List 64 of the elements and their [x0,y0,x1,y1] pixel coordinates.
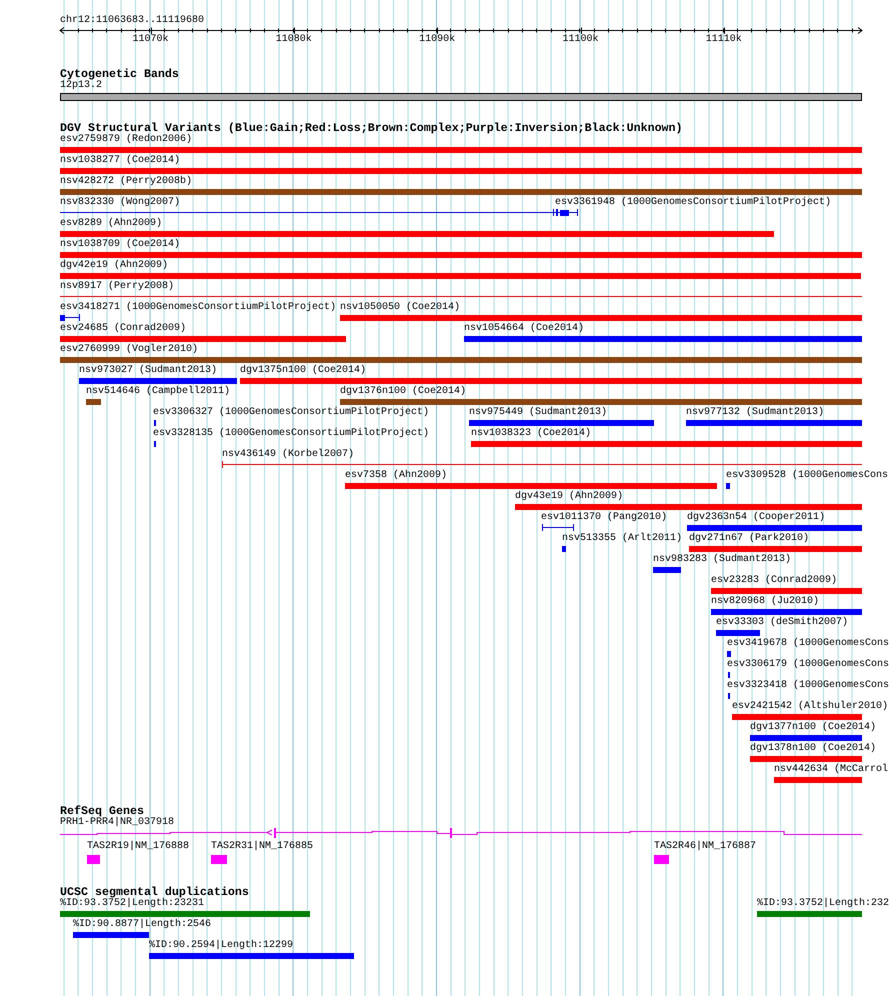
tick-label: 11090k [419,34,456,46]
variant-label: dgv42e19 (Ahn2009) [60,260,168,272]
variant-label: nsv973027 (Sudmant2013) [79,365,218,377]
variant-label: esv3306179 (1000GenomesCons [727,659,890,671]
variant-label: nsv513355 (Arlt2011) [562,533,682,545]
variant-label: esv8289 (Ahn2009) [60,218,162,230]
variant-label: nsv1054664 (Coe2014) [464,323,584,335]
variant-label: nsv983283 (Sudmant2013) [653,554,792,566]
band-label: 12p13.2 [60,80,102,92]
variant-label: esv7358 (Ahn2009) [345,470,448,482]
gene-label: TAS2R46|NM_176887 [654,841,756,853]
variant-label: nsv1050050 (Coe2014) [340,302,460,314]
variant-label: esv3328135 (1000GenomesConsortiumPilotProject) [153,428,430,440]
tick-label: 11070k [132,34,168,46]
gene-block [654,855,669,864]
variant-label: esv2760999 (Vogler2010) [60,344,198,356]
variant-label: dgv1378n100 (Coe2014) [750,743,876,755]
variant-label: esv2421542 (Altshuler2010) [732,701,888,713]
variant-label: esv3309528 (1000GenomesCons [726,470,888,482]
variant-label: dgv271n67 (Park2010) [689,533,810,545]
variant-label: dgv1377n100 (Coe2014) [750,722,876,734]
duplication-label: %ID:90.8877|Length:2546 [73,919,212,931]
duplication-label: %ID:93.3752|Length:23231 [60,898,204,910]
track-title: UCSC segmental duplications [60,886,249,898]
variant-label: esv3306327 (1000GenomesConsortiumPilotProject) [153,407,430,419]
variant-label: nsv8917 (Perry2008) [60,281,174,293]
gene-label: TAS2R31|NM_176885 [211,841,314,853]
track-title: Cytogenetic Bands [60,68,179,80]
variant-label: nsv820968 (Ju2010) [711,596,820,608]
variant-label: nsv1038709 (Coe2014) [60,239,180,251]
variant-label: esv3323418 (1000GenomesCons [727,680,890,692]
gene-label: PRH1-PRR4|NR_037918 [60,817,174,829]
region-label: chr12:11063683..11119680 [60,15,204,27]
variant-label: esv24685 (Conrad2009) [60,323,186,335]
variant-label: esv2759879 (Redon2006) [60,134,192,146]
gene-block [211,855,227,864]
variant-label: nsv832330 (Wong2007) [60,197,180,209]
variant-label: nsv442634 (McCarrol [774,764,888,776]
variant-label: dgv1375n100 (Coe2014) [240,365,366,377]
variant-label: dgv2363n54 (Cooper2011) [687,512,826,524]
variant-label: dgv1376n100 (Coe2014) [340,386,466,398]
variant-label: dgv43e19 (Ahn2009) [515,491,624,503]
variant-label: esv3361948 (1000GenomesConsortiumPilotProject) [555,197,832,209]
variant-label: nsv977132 (Sudmant2013) [686,407,824,419]
duplication-label: %ID:93.3752|Length:232 [757,898,890,910]
duplication-label: %ID:90.2594|Length:12299 [149,940,294,952]
tick-label: 11110k [706,34,742,46]
variant-label: esv3419678 (1000GenomesCons [727,638,890,650]
gene-block [87,855,100,864]
track-title: RefSeq Genes [60,805,144,817]
variant-label: nsv436149 (Korbel2007) [222,449,354,461]
variant-label: nsv975449 (Sudmant2013) [469,407,608,419]
variant-label: esv1011370 (Pang2010) [541,512,668,524]
variant-label: nsv428272 (Perry2008b) [60,176,192,188]
variant-label: esv33303 (deSmith2007) [716,617,848,629]
tick-label: 11080k [276,34,312,46]
variant-label: nsv1038277 (Coe2014) [60,155,180,167]
gene-label: TAS2R19|NM_176888 [87,841,190,853]
track-title: DGV Structural Variants (Blue:Gain;Red:Loss;Brown:Complex;Purple:Inversion;Black:Unknown) [60,122,683,134]
tick-label: 11100k [562,34,598,46]
variant-label: esv23283 (Conrad2009) [711,575,838,587]
variant-label: esv3418271 (1000GenomesConsortiumPilotProject) [60,302,336,314]
variant-label: nsv514646 (Campbell2011) [86,386,230,398]
variant-label: nsv1038323 (Coe2014) [471,428,592,440]
